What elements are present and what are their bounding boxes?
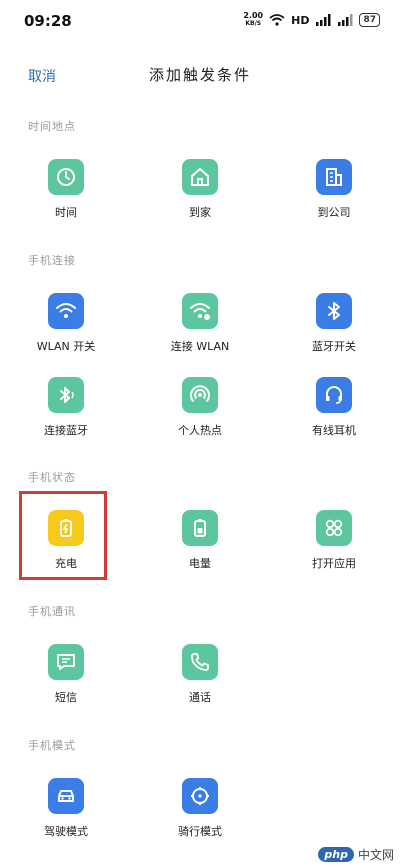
trigger-label: 有线耳机	[312, 424, 356, 437]
trigger-home[interactable]: 到家	[140, 159, 260, 231]
apps-icon	[316, 510, 352, 546]
hotspot-icon	[182, 377, 218, 413]
trigger-label: 通话	[189, 691, 211, 704]
trigger-label: 连接 WLAN	[170, 340, 230, 353]
trigger-wlan-switch[interactable]: WLAN 开关	[6, 293, 126, 365]
battery-icon	[182, 510, 218, 546]
phone-icon	[182, 644, 218, 680]
signal-icon-2	[338, 14, 353, 26]
trigger-wired-headset[interactable]: 有线耳机	[274, 377, 394, 449]
signal-icon	[316, 14, 331, 26]
section-title-status: 手机状态	[28, 471, 76, 484]
status-time: 09:28	[24, 12, 72, 30]
trigger-label: 驾驶模式	[44, 825, 88, 838]
hd-badge: HD	[291, 13, 310, 27]
wifi-icon	[48, 293, 84, 329]
watermark: php 中文网	[318, 846, 394, 863]
trigger-bluetooth-switch[interactable]: 蓝牙开关	[274, 293, 394, 365]
trigger-sms[interactable]: 短信	[6, 644, 126, 716]
clock-icon	[48, 159, 84, 195]
wifi-connect-icon	[182, 293, 218, 329]
trigger-office[interactable]: 到公司	[274, 159, 394, 231]
trigger-driving-mode[interactable]: 驾驶模式	[6, 778, 126, 850]
trigger-label: 时间	[55, 206, 77, 219]
status-icons: 2.00 KB/S HD 87	[243, 12, 380, 28]
network-speed-value: 2.00	[243, 11, 264, 20]
trigger-time[interactable]: 时间	[6, 159, 126, 231]
wifi-status-icon	[269, 14, 285, 26]
trigger-label: 到公司	[317, 206, 351, 219]
bluetooth-icon	[316, 293, 352, 329]
section-title-connection: 手机连接	[28, 254, 76, 267]
trigger-label: 个人热点	[178, 424, 222, 437]
section-title-communication: 手机通讯	[28, 605, 76, 618]
trigger-label: 骑行模式	[178, 825, 222, 838]
section-title-mode: 手机模式	[28, 739, 76, 752]
message-icon	[48, 644, 84, 680]
trigger-label: 电量	[189, 557, 211, 570]
headset-icon	[316, 377, 352, 413]
office-building-icon	[316, 159, 352, 195]
trigger-label: 到家	[189, 206, 211, 219]
home-icon	[182, 159, 218, 195]
trigger-label: 打开应用	[312, 557, 356, 570]
network-speed-unit: KB/S	[245, 20, 262, 27]
bluetooth-connect-icon	[48, 377, 84, 413]
trigger-bluetooth-connect[interactable]: 连接蓝牙	[6, 377, 126, 449]
section-title-time-location: 时间地点	[28, 120, 76, 133]
trigger-open-app[interactable]: 打开应用	[274, 510, 394, 582]
car-icon	[48, 778, 84, 814]
trigger-cycling-mode[interactable]: 骑行模式	[140, 778, 260, 850]
network-speed: 2.00 KB/S	[243, 12, 263, 28]
trigger-battery-level[interactable]: 电量	[140, 510, 260, 582]
status-bar: 09:28 2.00 KB/S HD 87	[0, 0, 400, 44]
trigger-hotspot[interactable]: 个人热点	[140, 377, 260, 449]
trigger-label: 连接蓝牙	[44, 424, 88, 437]
watermark-badge: php	[318, 847, 354, 862]
trigger-label: 短信	[55, 691, 77, 704]
page-title: 添加触发条件	[148, 66, 251, 84]
highlight-box	[19, 491, 107, 580]
top-bar: 取消 添加触发条件	[0, 52, 400, 96]
trigger-call[interactable]: 通话	[140, 644, 260, 716]
watermark-text: 中文网	[357, 848, 394, 862]
battery-icon: 87	[359, 13, 380, 27]
compass-icon	[182, 778, 218, 814]
trigger-label: 蓝牙开关	[312, 340, 356, 353]
trigger-label: WLAN 开关	[36, 340, 96, 353]
trigger-wlan-connect[interactable]: 连接 WLAN	[140, 293, 260, 365]
